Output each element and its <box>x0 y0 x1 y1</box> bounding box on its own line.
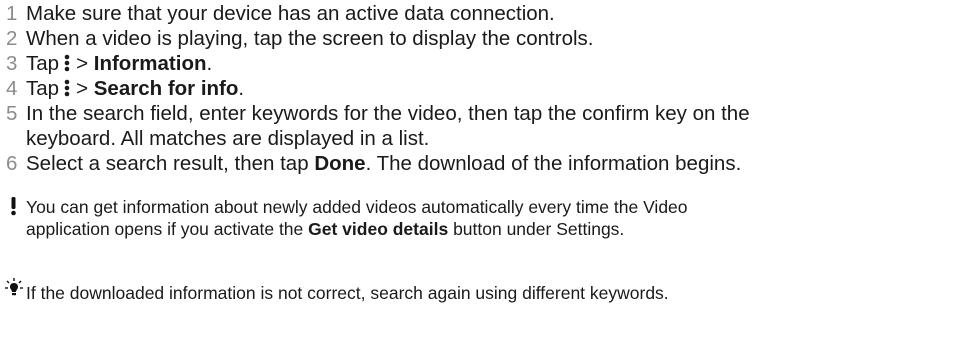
step-text: Tap > Search for info. <box>26 77 971 102</box>
step-text: Tap > Information. <box>26 52 971 77</box>
step-number: 3 <box>6 52 18 75</box>
more-options-icon <box>62 53 72 73</box>
note-line-1: You can get information about newly adde… <box>26 197 688 217</box>
step-number: 6 <box>6 152 18 175</box>
step-suffix: . The download of the information begins… <box>365 152 742 175</box>
step-prefix: Select a search result, then tap <box>26 152 309 175</box>
step-prefix: Tap <box>26 52 60 75</box>
note-line-2-suffix: button under Settings. <box>453 219 625 239</box>
step-bold-label: Done <box>314 152 366 175</box>
note-text: You can get information about newly adde… <box>26 196 971 240</box>
more-options-icon <box>62 78 72 98</box>
note-line-2: application opens if you activate the Ge… <box>26 218 971 240</box>
step-suffix: . <box>206 52 213 75</box>
step-number: 1 <box>6 2 18 25</box>
step-number: 5 <box>6 102 18 125</box>
step-separator: > <box>76 52 89 75</box>
step-text: When a video is playing, tap the screen … <box>26 27 594 50</box>
step-suffix: . <box>238 77 245 100</box>
exclamation-icon <box>4 196 24 218</box>
step-text: Make sure that your device has an active… <box>26 2 555 25</box>
step-text-line-1: In the search field, enter keywords for … <box>26 102 750 125</box>
tip-text: If the downloaded information is not cor… <box>26 283 669 303</box>
note-bold-label: Get video details <box>308 219 449 239</box>
step-number: 2 <box>6 27 18 50</box>
step-bold-label: Information <box>93 52 207 75</box>
lightbulb-icon <box>4 277 24 299</box>
step-number: 4 <box>6 77 18 100</box>
step-text: Select a search result, then tap Done. T… <box>26 152 971 177</box>
step-prefix: Tap <box>26 77 60 100</box>
step-bold-label: Search for info <box>93 77 239 100</box>
step-text-line-2: keyboard. All matches are displayed in a… <box>26 127 430 150</box>
note-line-2-prefix: application opens if you activate the <box>26 219 304 239</box>
step-separator: > <box>76 77 89 100</box>
